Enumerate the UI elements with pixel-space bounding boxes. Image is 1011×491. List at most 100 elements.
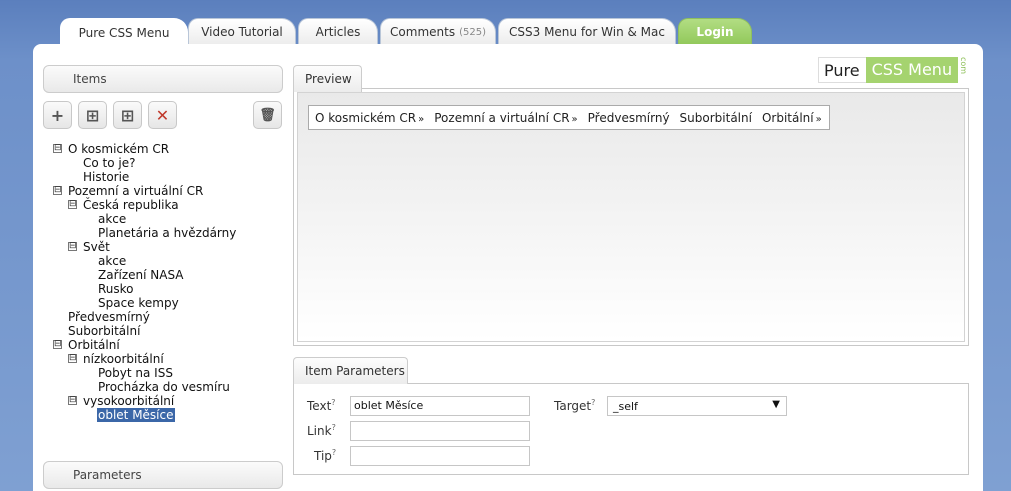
main-panel: Items + ⊞ ⊞ ✕ 🗑 ⊟ O kosmickém CR Co to je… xyxy=(33,44,983,491)
help-icon[interactable]: ? xyxy=(332,423,336,432)
items-header-label: Items xyxy=(73,72,107,86)
tab-video-tutorial[interactable]: Video Tutorial xyxy=(188,18,296,45)
add-subitem-button[interactable]: ⊞ xyxy=(78,101,107,129)
submenu-arrow-icon: » xyxy=(815,113,822,125)
collapse-icon[interactable]: ⊟ xyxy=(68,396,77,405)
delete-icon: ✕ xyxy=(155,105,170,125)
pure-css-menu-logo: Pure CSS Menu com xyxy=(818,57,968,83)
preview-menu-item[interactable]: Předvesmírný xyxy=(588,111,670,125)
tree-item-label[interactable]: O kosmickém CR xyxy=(68,142,169,156)
tree-item-label[interactable]: Procházka do vesmíru xyxy=(98,380,230,394)
tree-item-label[interactable]: Planetária a hvězdárny xyxy=(98,226,236,240)
tree-item-label[interactable]: Pozemní a virtuální CR xyxy=(68,184,203,198)
chevron-down-icon: ▼ xyxy=(772,399,780,410)
tree-item-label[interactable]: akce xyxy=(98,212,126,226)
collapse-icon[interactable]: ⊟ xyxy=(53,186,62,195)
tree-item-label[interactable]: Pobyt na ISS xyxy=(98,366,173,380)
preview-canvas: O kosmickém CR» Pozemní a virtuální CR» … xyxy=(297,92,965,342)
submenu-arrow-icon: » xyxy=(571,113,578,125)
add-item-below-icon: ⊞ xyxy=(120,105,135,125)
preview-menu-bar: O kosmickém CR» Pozemní a virtuální CR» … xyxy=(308,105,830,130)
tree-item-label[interactable]: Space kempy xyxy=(98,296,179,310)
tree-item-label[interactable]: nízkoorbitální xyxy=(83,352,164,366)
tab-pure-css-menu[interactable]: Pure CSS Menu xyxy=(60,18,188,46)
logo-com-text: com xyxy=(959,57,969,75)
tree-item-label[interactable]: Česká republika xyxy=(83,198,179,212)
tree-item-label[interactable]: Předvesmírný xyxy=(68,310,150,324)
target-label: Target xyxy=(554,399,592,413)
help-icon[interactable]: ? xyxy=(591,398,595,407)
text-field-label: Text? xyxy=(307,398,336,413)
parameters-header[interactable]: Parameters xyxy=(43,461,283,489)
plus-icon: + xyxy=(50,105,65,125)
tree-item-label[interactable]: oblet Měsíce xyxy=(97,408,175,422)
tree-item-label[interactable]: vysokoorbitální xyxy=(83,394,174,408)
tree-item-label[interactable]: Svět xyxy=(83,240,110,254)
item-parameters-panel: Text? oblet Měsíce Link? Tip? Target? _s… xyxy=(293,383,969,475)
text-input-value: oblet Měsíce xyxy=(354,399,424,412)
target-select[interactable]: _self ▼ xyxy=(607,396,787,416)
collapse-icon[interactable]: ⊟ xyxy=(68,354,77,363)
item-parameters-tab-label: Item Parameters xyxy=(305,364,405,378)
tab-css3-menu[interactable]: CSS3 Menu for Win & Mac xyxy=(498,18,676,45)
target-select-value: _self xyxy=(613,400,638,413)
tab-item-parameters[interactable]: Item Parameters xyxy=(293,357,408,384)
logo-css-menu-text: CSS Menu xyxy=(865,57,959,83)
tree-item-label[interactable]: Historie xyxy=(83,170,129,184)
parameters-header-label: Parameters xyxy=(73,468,142,482)
preview-panel: O kosmickém CR» Pozemní a virtuální CR» … xyxy=(293,88,969,346)
tab-label: Articles xyxy=(315,25,361,39)
delete-item-button[interactable]: ✕ xyxy=(148,101,177,129)
tip-input[interactable] xyxy=(350,446,530,466)
collapse-icon[interactable]: ⊟ xyxy=(68,242,77,251)
help-icon[interactable]: ? xyxy=(332,448,336,457)
tab-comments[interactable]: Comments (525) xyxy=(380,18,496,45)
text-input[interactable]: oblet Měsíce xyxy=(350,396,530,416)
tree-item-label[interactable]: Zařízení NASA xyxy=(98,268,184,282)
add-item-button[interactable]: + xyxy=(43,101,72,129)
tab-articles[interactable]: Articles xyxy=(298,18,378,45)
tab-label: Video Tutorial xyxy=(201,25,283,39)
tab-login[interactable]: Login xyxy=(678,18,752,45)
add-item-below-button[interactable]: ⊞ xyxy=(113,101,142,129)
tab-label: CSS3 Menu for Win & Mac xyxy=(509,25,665,39)
menu-item-label: O kosmickém CR xyxy=(315,110,417,125)
add-subitem-icon: ⊞ xyxy=(85,105,100,125)
tree-item-label[interactable]: akce xyxy=(98,254,126,268)
tab-label: Pure CSS Menu xyxy=(78,25,170,40)
preview-menu-item[interactable]: O kosmickém CR» xyxy=(315,111,424,125)
tab-label: Comments xyxy=(390,25,456,39)
text-label: Text xyxy=(307,399,332,413)
link-field-label: Link? xyxy=(307,423,336,438)
tree-item-label[interactable]: Orbitální xyxy=(68,338,120,352)
submenu-arrow-icon: » xyxy=(418,113,425,125)
menu-item-label: Suborbitální xyxy=(679,110,752,125)
collapse-icon[interactable]: ⊟ xyxy=(53,340,62,349)
tab-label: Login xyxy=(696,25,734,39)
link-label: Link xyxy=(307,424,332,438)
tree-item-label[interactable]: Rusko xyxy=(98,282,134,296)
tab-preview[interactable]: Preview xyxy=(293,65,362,92)
menu-item-label: Orbitální xyxy=(761,110,814,125)
tree-item-label[interactable]: Co to je? xyxy=(83,156,135,170)
tip-label: Tip xyxy=(314,449,332,463)
comments-count-badge: (525) xyxy=(459,26,486,38)
items-toolbar: + ⊞ ⊞ ✕ 🗑 xyxy=(43,101,283,129)
preview-menu-item[interactable]: Orbitální» xyxy=(762,111,822,125)
menu-item-label: Předvesmírný xyxy=(587,110,670,125)
preview-tab-label: Preview xyxy=(305,72,352,86)
tree-item-label[interactable]: Suborbitální xyxy=(68,324,140,338)
items-header[interactable]: Items xyxy=(43,65,283,93)
preview-menu-item[interactable]: Pozemní a virtuální CR» xyxy=(434,111,577,125)
collapse-icon[interactable]: ⊟ xyxy=(68,200,77,209)
trash-button[interactable]: 🗑 xyxy=(253,101,282,129)
tip-field-label: Tip? xyxy=(314,448,336,463)
target-field-label: Target? xyxy=(554,398,595,413)
trash-icon: 🗑 xyxy=(259,107,276,123)
collapse-icon[interactable]: ⊟ xyxy=(53,144,62,153)
logo-pure-text: Pure xyxy=(818,57,866,83)
preview-menu-item[interactable]: Suborbitální xyxy=(680,111,752,125)
help-icon[interactable]: ? xyxy=(331,398,335,407)
link-input[interactable] xyxy=(350,421,530,441)
menu-item-label: Pozemní a virtuální CR xyxy=(434,110,570,125)
